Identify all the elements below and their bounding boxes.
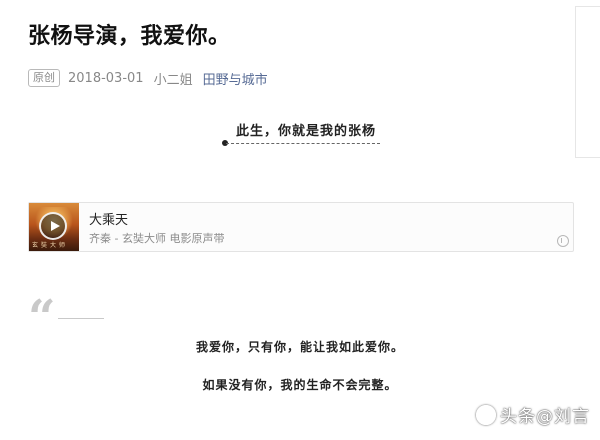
article-page: 张杨导演，我爱你。 原创 2018-03-01 小二姐 田野与城市 此生，你就是… [0,0,600,440]
music-subtitle: 齐秦 - 玄奘大师 电影原声带 [89,232,225,245]
author-name: 小二姐 [153,72,193,88]
account-link[interactable]: 田野与城市 [203,69,268,88]
subtitle-dashed-line [226,143,380,144]
quote-mark-icon: “ [28,290,56,346]
watermark-text: 头条@刘言 [500,407,590,427]
watermark: 头条@刘言 [476,402,590,427]
album-cover: 玄奘大师 [29,203,79,251]
toutiao-logo-icon [476,404,496,425]
original-badge: 原创 [28,69,60,87]
article-title: 张杨导演，我爱你。 [28,24,231,49]
play-button-icon[interactable] [39,212,67,240]
quote-rule [58,318,104,319]
album-cover-caption: 玄奘大师 [32,242,69,249]
music-source-icon [557,235,569,247]
article-meta: 原创 2018-03-01 小二姐 田野与城市 [28,68,268,88]
quote-line-1: 我爱你，只有你，能让我如此爱你。 [195,340,404,354]
side-panel [575,6,600,158]
music-title: 大乘天 [89,213,129,228]
publish-date: 2018-03-01 [68,70,144,86]
music-card[interactable]: 玄奘大师 大乘天 齐秦 - 玄奘大师 电影原声带 [28,202,574,252]
quote-line-2: 如果没有你，我的生命不会完整。 [202,378,398,392]
section-subtitle: 此生，你就是我的张杨 [222,120,382,146]
subtitle-text: 此生，你就是我的张杨 [235,124,376,139]
